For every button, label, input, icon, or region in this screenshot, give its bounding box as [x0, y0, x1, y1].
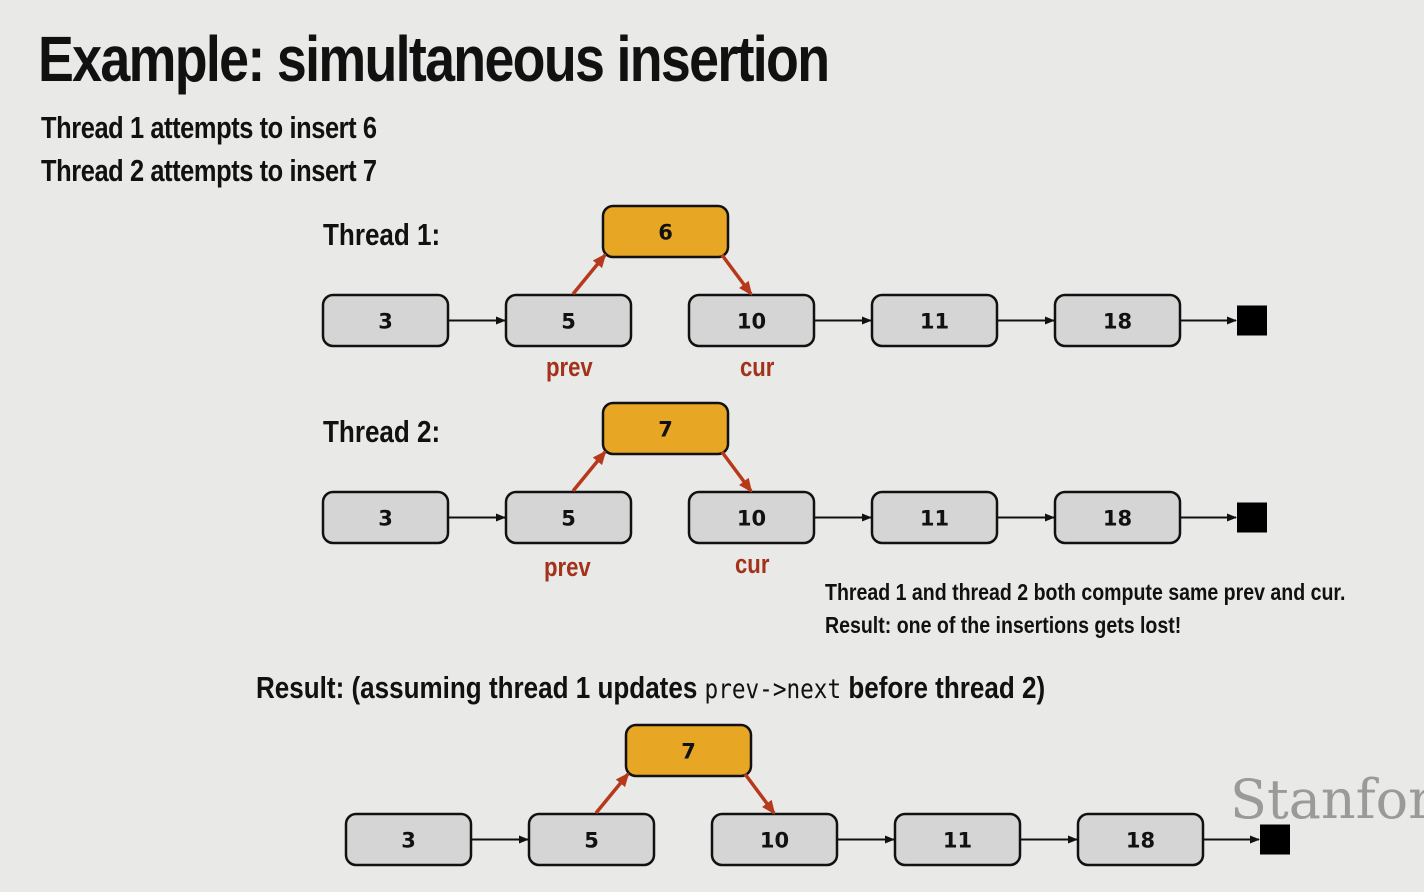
thread2-node-5-value: 5 — [561, 507, 576, 531]
result-inserted-node-value: 7 — [681, 740, 696, 764]
thread2-prev-label: prev — [544, 553, 591, 583]
thread1-new-to-cur-arrow — [720, 253, 753, 296]
thread2-node-11-value: 11 — [920, 507, 949, 531]
thread1-node-10-value: 10 — [737, 310, 766, 334]
thread1-cur-label: cur — [740, 353, 775, 383]
thread2-null-terminator — [1237, 502, 1267, 533]
thread2-node-10-value: 10 — [737, 507, 766, 531]
thread2-cur-label: cur — [735, 550, 770, 580]
thread1-prev-label: prev — [546, 353, 593, 383]
thread1-node-5-value: 5 — [561, 310, 576, 334]
thread2-node-18-value: 18 — [1103, 507, 1132, 531]
result-node-18-value: 18 — [1126, 829, 1155, 853]
thread1-inserted-node-value: 6 — [658, 221, 673, 245]
thread1-prev-to-new-arrow — [571, 253, 607, 296]
result-new-to-cur-arrow — [743, 772, 776, 815]
thread2-prev-to-new-arrow — [571, 450, 607, 493]
thread1-node-18-value: 18 — [1103, 310, 1132, 334]
result-node-3-value: 3 — [401, 829, 416, 853]
result-node-10-value: 10 — [760, 829, 789, 853]
thread1-null-terminator — [1237, 305, 1267, 336]
thread2-new-to-cur-arrow — [720, 450, 753, 493]
result-prev-to-new-arrow — [594, 772, 630, 815]
thread1-node-11-value: 11 — [920, 310, 949, 334]
result-node-5-value: 5 — [584, 829, 599, 853]
linked-list-diagrams: 3 5 10 11 18 6 prev cur 3 5 10 11 18 7 prev cur 3 5 10 11 18… — [321, 204, 1290, 867]
result-node-11-value: 11 — [943, 829, 972, 853]
thread2-node-3-value: 3 — [378, 507, 393, 531]
thread1-node-3-value: 3 — [378, 310, 393, 334]
stanford-watermark: Stanford — [1230, 768, 1424, 831]
thread2-inserted-node-value: 7 — [658, 418, 673, 442]
